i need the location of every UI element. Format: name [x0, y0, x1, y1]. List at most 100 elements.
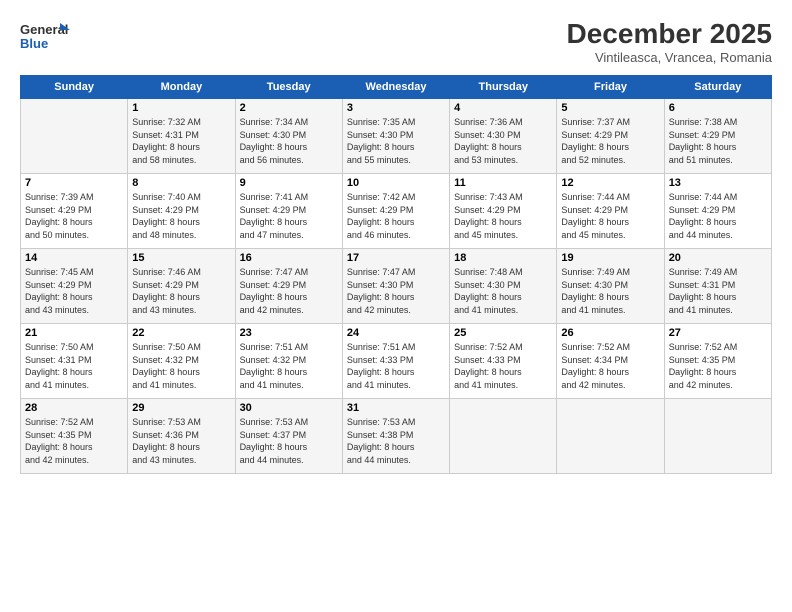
calendar-cell: 10Sunrise: 7:42 AM Sunset: 4:29 PM Dayli… [342, 174, 449, 249]
day-number: 23 [240, 327, 338, 339]
calendar-cell: 23 Sunrise: 7:51 AM Sunset: 4:32 PM Dayli… [235, 324, 342, 399]
calendar-cell: 27 Sunrise: 7:52 AM Sunset: 4:35 PM Dayli… [664, 324, 771, 399]
day-info: Sunrise: 7:52 AM Sunset: 4:34 PM Dayligh… [561, 341, 659, 391]
day-number: 4 [454, 102, 552, 114]
day-info: Sunrise: 7:47 AM Sunset: 4:30 PM Dayligh… [347, 266, 445, 316]
calendar-cell: 21Sunrise: 7:50 AM Sunset: 4:31 PM Dayli… [21, 324, 128, 399]
day-number: 15 [132, 252, 230, 264]
weekday-header-thursday: Thursday [450, 76, 557, 99]
day-number: 20 [669, 252, 767, 264]
day-info: Sunrise: 7:46 AM Sunset: 4:29 PM Dayligh… [132, 266, 230, 316]
calendar-cell: 25Sunrise: 7:52 AM Sunset: 4:33 PM Dayli… [450, 324, 557, 399]
day-info: Sunrise: 7:40 AM Sunset: 4:29 PM Dayligh… [132, 191, 230, 241]
day-info: Sunrise: 7:41 AM Sunset: 4:29 PM Dayligh… [240, 191, 338, 241]
day-number: 17 [347, 252, 445, 264]
day-info: Sunrise: 7:53 AM Sunset: 4:36 PM Dayligh… [132, 416, 230, 466]
day-number: 24 [347, 327, 445, 339]
calendar-cell: 24 Sunrise: 7:51 AM Sunset: 4:33 PM Dayli… [342, 324, 449, 399]
month-title: December 2025 [567, 18, 772, 50]
day-number: 19 [561, 252, 659, 264]
day-number: 8 [132, 177, 230, 189]
day-info: Sunrise: 7:38 AM Sunset: 4:29 PM Dayligh… [669, 116, 767, 166]
day-info: Sunrise: 7:49 AM Sunset: 4:31 PM Dayligh… [669, 266, 767, 316]
calendar-cell: 14Sunrise: 7:45 AM Sunset: 4:29 PM Dayli… [21, 249, 128, 324]
day-info: Sunrise: 7:51 AM Sunset: 4:32 PM Dayligh… [240, 341, 338, 391]
day-number: 30 [240, 402, 338, 414]
weekday-header-tuesday: Tuesday [235, 76, 342, 99]
calendar-cell: 30Sunrise: 7:53 AM Sunset: 4:37 PM Dayli… [235, 399, 342, 474]
day-number: 18 [454, 252, 552, 264]
day-info: Sunrise: 7:52 AM Sunset: 4:33 PM Dayligh… [454, 341, 552, 391]
day-number: 1 [132, 102, 230, 114]
calendar-cell: 1 Sunrise: 7:32 AM Sunset: 4:31 PM Daylig… [128, 99, 235, 174]
day-info: Sunrise: 7:37 AM Sunset: 4:29 PM Dayligh… [561, 116, 659, 166]
weekday-header-monday: Monday [128, 76, 235, 99]
title-area: December 2025 Vintileasca, Vrancea, Roma… [567, 18, 772, 65]
day-number: 27 [669, 327, 767, 339]
day-number: 5 [561, 102, 659, 114]
calendar-week-1: 1 Sunrise: 7:32 AM Sunset: 4:31 PM Daylig… [21, 99, 772, 174]
calendar-cell: 17 Sunrise: 7:47 AM Sunset: 4:30 PM Dayli… [342, 249, 449, 324]
weekday-header-saturday: Saturday [664, 76, 771, 99]
weekday-header-friday: Friday [557, 76, 664, 99]
calendar-cell: 11Sunrise: 7:43 AM Sunset: 4:29 PM Dayli… [450, 174, 557, 249]
day-number: 12 [561, 177, 659, 189]
calendar-table: SundayMondayTuesdayWednesdayThursdayFrid… [20, 75, 772, 474]
calendar-page: General Blue December 2025 Vintileasca, … [0, 0, 792, 612]
calendar-cell: 16Sunrise: 7:47 AM Sunset: 4:29 PM Dayli… [235, 249, 342, 324]
weekday-header-wednesday: Wednesday [342, 76, 449, 99]
calendar-cell: 8 Sunrise: 7:40 AM Sunset: 4:29 PM Daylig… [128, 174, 235, 249]
day-number: 13 [669, 177, 767, 189]
header: General Blue December 2025 Vintileasca, … [20, 18, 772, 65]
calendar-cell: 28 Sunrise: 7:52 AM Sunset: 4:35 PM Dayli… [21, 399, 128, 474]
calendar-cell: 19 Sunrise: 7:49 AM Sunset: 4:30 PM Dayli… [557, 249, 664, 324]
day-number: 26 [561, 327, 659, 339]
day-info: Sunrise: 7:36 AM Sunset: 4:30 PM Dayligh… [454, 116, 552, 166]
location-title: Vintileasca, Vrancea, Romania [567, 50, 772, 65]
calendar-cell: 12 Sunrise: 7:44 AM Sunset: 4:29 PM Dayli… [557, 174, 664, 249]
day-info: Sunrise: 7:51 AM Sunset: 4:33 PM Dayligh… [347, 341, 445, 391]
day-info: Sunrise: 7:50 AM Sunset: 4:32 PM Dayligh… [132, 341, 230, 391]
day-info: Sunrise: 7:48 AM Sunset: 4:30 PM Dayligh… [454, 266, 552, 316]
calendar-cell [557, 399, 664, 474]
day-number: 9 [240, 177, 338, 189]
weekday-header-row: SundayMondayTuesdayWednesdayThursdayFrid… [21, 76, 772, 99]
day-info: Sunrise: 7:49 AM Sunset: 4:30 PM Dayligh… [561, 266, 659, 316]
day-number: 28 [25, 402, 123, 414]
logo: General Blue [20, 18, 70, 58]
day-info: Sunrise: 7:52 AM Sunset: 4:35 PM Dayligh… [25, 416, 123, 466]
logo-svg: General Blue [20, 18, 70, 58]
day-info: Sunrise: 7:52 AM Sunset: 4:35 PM Dayligh… [669, 341, 767, 391]
day-info: Sunrise: 7:43 AM Sunset: 4:29 PM Dayligh… [454, 191, 552, 241]
day-info: Sunrise: 7:32 AM Sunset: 4:31 PM Dayligh… [132, 116, 230, 166]
day-info: Sunrise: 7:34 AM Sunset: 4:30 PM Dayligh… [240, 116, 338, 166]
calendar-cell: 18 Sunrise: 7:48 AM Sunset: 4:30 PM Dayli… [450, 249, 557, 324]
calendar-cell: 29 Sunrise: 7:53 AM Sunset: 4:36 PM Dayli… [128, 399, 235, 474]
calendar-cell: 3 Sunrise: 7:35 AM Sunset: 4:30 PM Daylig… [342, 99, 449, 174]
calendar-week-4: 21Sunrise: 7:50 AM Sunset: 4:31 PM Dayli… [21, 324, 772, 399]
day-number: 7 [25, 177, 123, 189]
calendar-cell: 26 Sunrise: 7:52 AM Sunset: 4:34 PM Dayli… [557, 324, 664, 399]
calendar-cell: 4 Sunrise: 7:36 AM Sunset: 4:30 PM Daylig… [450, 99, 557, 174]
calendar-cell: 6 Sunrise: 7:38 AM Sunset: 4:29 PM Daylig… [664, 99, 771, 174]
calendar-cell: 22Sunrise: 7:50 AM Sunset: 4:32 PM Dayli… [128, 324, 235, 399]
calendar-cell: 15 Sunrise: 7:46 AM Sunset: 4:29 PM Dayli… [128, 249, 235, 324]
day-number: 3 [347, 102, 445, 114]
calendar-cell: 13 Sunrise: 7:44 AM Sunset: 4:29 PM Dayli… [664, 174, 771, 249]
svg-text:Blue: Blue [20, 36, 48, 51]
day-info: Sunrise: 7:47 AM Sunset: 4:29 PM Dayligh… [240, 266, 338, 316]
day-info: Sunrise: 7:42 AM Sunset: 4:29 PM Dayligh… [347, 191, 445, 241]
day-info: Sunrise: 7:44 AM Sunset: 4:29 PM Dayligh… [669, 191, 767, 241]
day-number: 6 [669, 102, 767, 114]
day-info: Sunrise: 7:50 AM Sunset: 4:31 PM Dayligh… [25, 341, 123, 391]
day-number: 29 [132, 402, 230, 414]
day-info: Sunrise: 7:44 AM Sunset: 4:29 PM Dayligh… [561, 191, 659, 241]
calendar-cell: 9 Sunrise: 7:41 AM Sunset: 4:29 PM Daylig… [235, 174, 342, 249]
calendar-cell: 20 Sunrise: 7:49 AM Sunset: 4:31 PM Dayli… [664, 249, 771, 324]
day-info: Sunrise: 7:53 AM Sunset: 4:38 PM Dayligh… [347, 416, 445, 466]
day-info: Sunrise: 7:35 AM Sunset: 4:30 PM Dayligh… [347, 116, 445, 166]
calendar-cell: 7Sunrise: 7:39 AM Sunset: 4:29 PM Daylig… [21, 174, 128, 249]
day-number: 31 [347, 402, 445, 414]
day-info: Sunrise: 7:45 AM Sunset: 4:29 PM Dayligh… [25, 266, 123, 316]
calendar-cell [664, 399, 771, 474]
